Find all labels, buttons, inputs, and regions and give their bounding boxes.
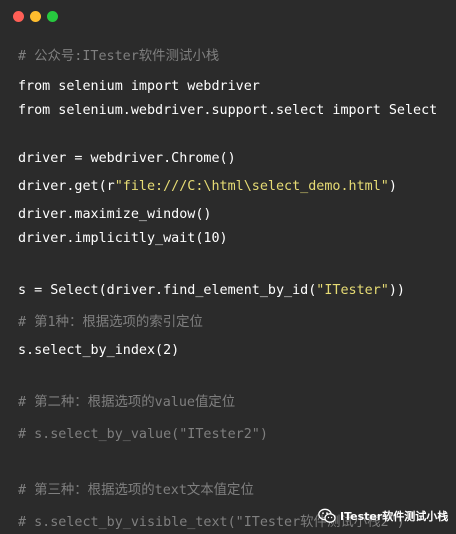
code-editor: # 公众号:ITester软件测试小栈 from selenium import… <box>18 0 456 534</box>
code-line-select-index: s.select_by_index(2) <box>18 343 180 358</box>
code-token: s = Select(driver.find_element_by_id( <box>18 283 317 298</box>
code-line-comment: # 公众号:ITester软件测试小栈 <box>18 49 220 64</box>
code-line-driver-get: driver.get(r"file:///C:\html\select_demo… <box>18 178 397 196</box>
code-line-comment: # 第二种：根据选项的value值定位 <box>18 395 236 410</box>
watermark: ITester软件测试小栈 <box>318 506 448 526</box>
code-line-driver-init: driver = webdriver.Chrome() <box>18 151 236 166</box>
code-line-select: s = Select(driver.find_element_by_id("IT… <box>18 282 405 300</box>
code-line-import: from selenium.webdriver.support.select i… <box>18 103 438 118</box>
watermark-text: ITester软件测试小栈 <box>340 510 449 523</box>
code-token: driver.get(r <box>18 179 115 194</box>
code-token: )) <box>388 283 405 298</box>
wechat-icon <box>318 508 336 523</box>
code-token: ) <box>388 179 397 194</box>
code-string: "ITester" <box>316 283 389 298</box>
code-line-comment: # 第1种：根据选项的索引定位 <box>18 315 203 330</box>
code-line-comment: # 第三种：根据选项的text文本值定位 <box>18 483 254 498</box>
code-line-maximize: driver.maximize_window() <box>18 207 212 222</box>
code-window: # 公众号:ITester软件测试小栈 from selenium import… <box>0 0 456 534</box>
code-line-comment: # s.select_by_value("ITester2") <box>18 427 268 442</box>
code-line-wait: driver.implicitly_wait(10) <box>18 231 228 246</box>
code-string: "file:///C:\html\select_demo.html" <box>114 179 389 194</box>
code-line-import: from selenium import webdriver <box>18 79 260 94</box>
